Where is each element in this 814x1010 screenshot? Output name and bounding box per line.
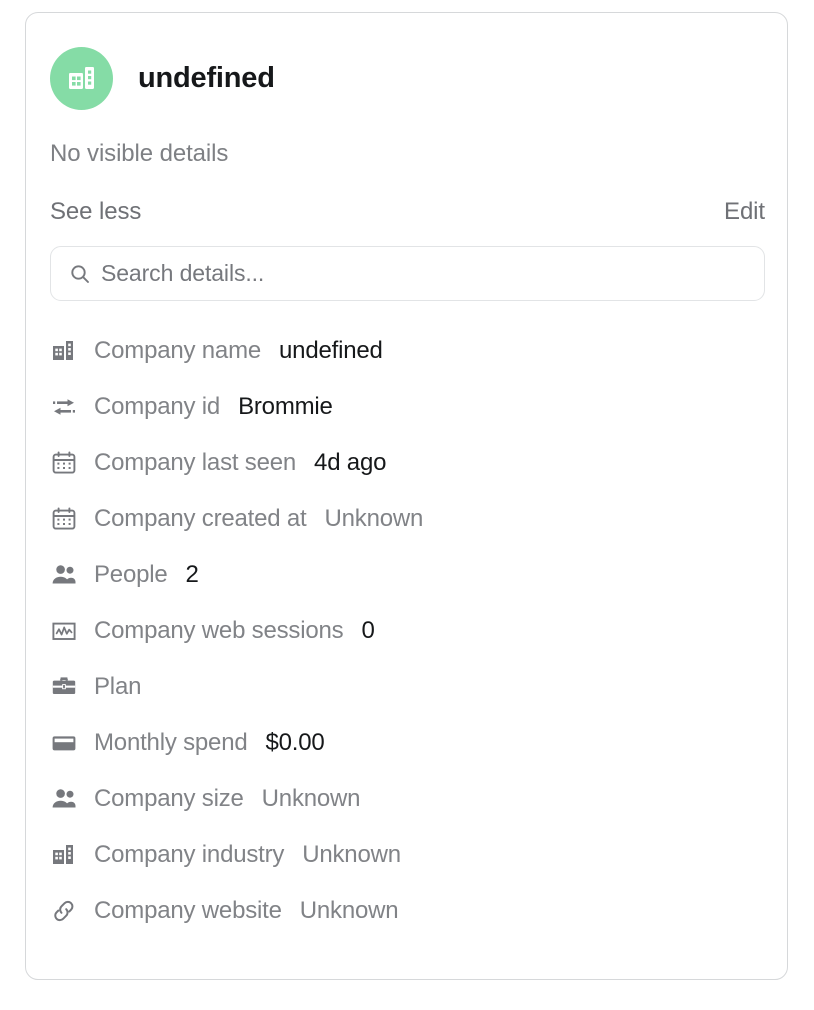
detail-row[interactable]: Company web sessions 0 bbox=[50, 603, 787, 659]
search-input[interactable] bbox=[101, 260, 746, 287]
building-icon bbox=[50, 841, 78, 869]
people-icon bbox=[50, 785, 78, 813]
edit-button[interactable]: Edit bbox=[724, 198, 765, 226]
credit-card-icon bbox=[50, 729, 78, 757]
detail-value: Unknown bbox=[302, 841, 401, 868]
detail-label: Company size bbox=[94, 785, 244, 812]
detail-label: Plan bbox=[94, 673, 142, 700]
detail-row[interactable]: Company last seen 4d ago bbox=[50, 435, 787, 491]
detail-value: Brommie bbox=[238, 393, 333, 420]
briefcase-icon bbox=[50, 673, 78, 701]
people-icon bbox=[50, 561, 78, 589]
chart-box-icon bbox=[50, 617, 78, 645]
detail-value: 2 bbox=[185, 561, 199, 588]
detail-value: Unknown bbox=[261, 785, 361, 812]
detail-row[interactable]: Company website Unknown bbox=[50, 883, 787, 939]
detail-value: $0.00 bbox=[265, 729, 325, 756]
search-field[interactable] bbox=[50, 246, 765, 301]
detail-row[interactable]: Monthly spend $0.00 bbox=[50, 715, 787, 771]
calendar-icon bbox=[50, 505, 78, 533]
detail-row[interactable]: Company name undefined bbox=[50, 323, 787, 379]
detail-row[interactable]: Company created at Unknown bbox=[50, 491, 787, 547]
detail-label: Company website bbox=[94, 897, 282, 924]
detail-label: Company web sessions bbox=[94, 617, 344, 644]
detail-row[interactable]: Company id Brommie bbox=[50, 379, 787, 435]
calendar-icon bbox=[50, 449, 78, 477]
detail-value: 0 bbox=[361, 617, 375, 644]
building-icon bbox=[68, 66, 94, 89]
detail-row[interactable]: Company industry Unknown bbox=[50, 827, 787, 883]
search-icon bbox=[71, 264, 89, 283]
detail-label: Monthly spend bbox=[94, 729, 248, 756]
avatar bbox=[50, 47, 113, 110]
detail-label: Company created at bbox=[94, 505, 307, 532]
detail-label: Company name bbox=[94, 337, 262, 364]
no-details-text: No visible details bbox=[50, 140, 229, 167]
transfer-icon bbox=[50, 393, 78, 421]
details-list: Company name undefined Company id Brommie … bbox=[26, 323, 787, 939]
detail-label: Company last seen bbox=[94, 449, 297, 476]
link-icon bbox=[50, 897, 78, 925]
detail-value: Unknown bbox=[299, 897, 399, 924]
detail-label: People bbox=[94, 561, 168, 588]
company-details-card: undefined No visible details See less Ed… bbox=[25, 12, 788, 980]
detail-value: 4d ago bbox=[314, 449, 387, 476]
detail-row[interactable]: People 2 bbox=[50, 547, 787, 603]
detail-label: Company industry bbox=[94, 841, 285, 868]
card-header: undefined bbox=[26, 13, 787, 110]
detail-label: Company id bbox=[94, 393, 221, 420]
building-icon bbox=[50, 337, 78, 365]
detail-row[interactable]: Company size Unknown bbox=[50, 771, 787, 827]
card-actions: See less Edit bbox=[26, 168, 787, 226]
detail-value: Unknown bbox=[324, 505, 424, 532]
detail-row[interactable]: Plan bbox=[50, 659, 787, 715]
page-title: undefined bbox=[138, 62, 275, 94]
detail-value: undefined bbox=[279, 337, 383, 364]
see-less-button[interactable]: See less bbox=[50, 198, 141, 226]
